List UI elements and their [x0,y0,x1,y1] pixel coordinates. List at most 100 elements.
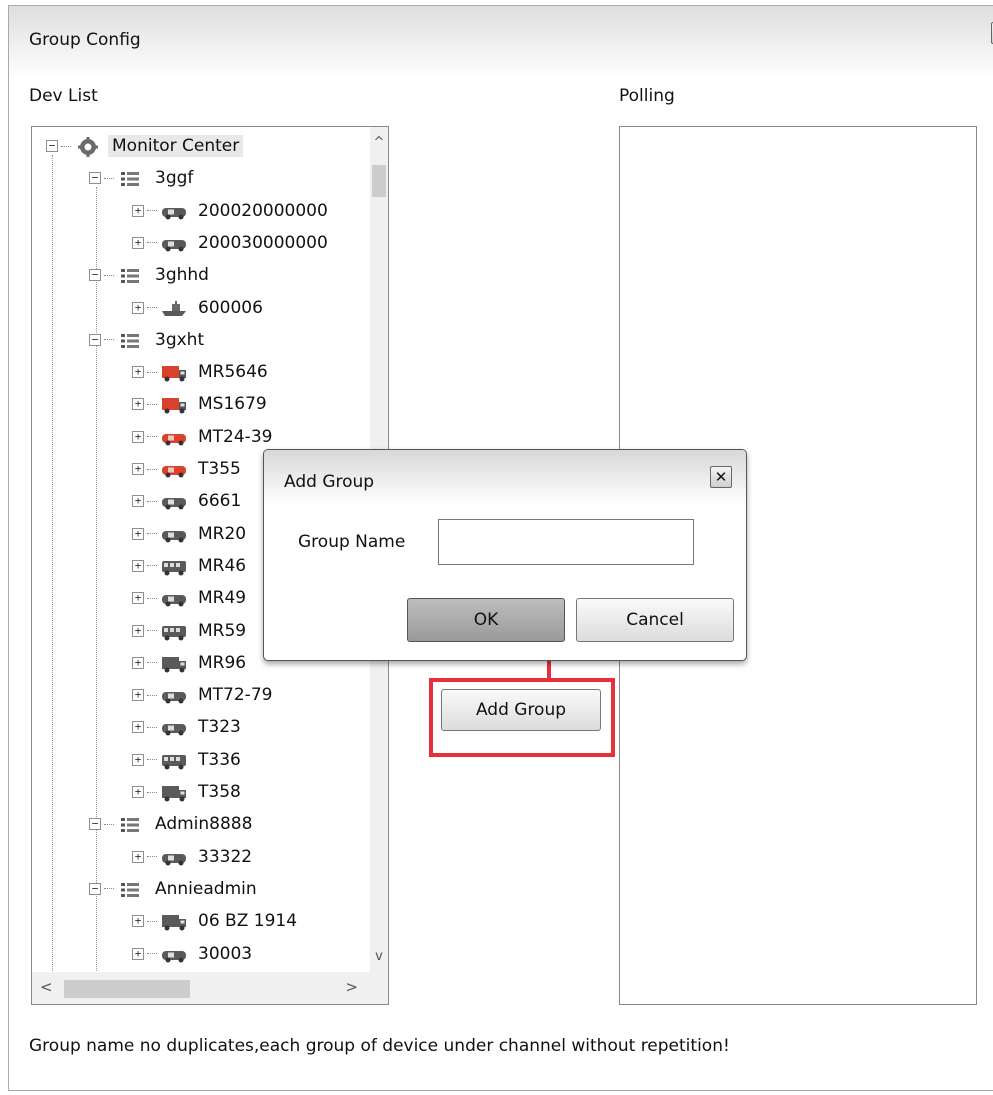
scroll-down-arrow-icon[interactable]: v [370,949,388,964]
tree-node[interactable]: − Admin8888 [89,809,256,839]
tree-node[interactable]: +200020000000 [132,196,332,226]
tree-node-label: MT24-39 [198,426,273,447]
footer-note: Group name no duplicates,each group of d… [29,1036,730,1056]
expand-icon[interactable]: + [132,495,144,508]
tree-connector [147,726,157,728]
tree-connector [147,436,157,438]
tree-node[interactable]: − Monitor Center [46,131,244,161]
tree-connector [147,371,157,373]
tree-node[interactable]: + MT72-79 [132,680,276,710]
expand-icon[interactable]: + [132,204,144,217]
tree-connector [147,759,157,761]
tree-node-label: 33322 [198,846,253,867]
expand-icon[interactable]: + [132,786,144,798]
collapse-icon[interactable]: − [89,269,101,282]
scroll-right-arrow-icon[interactable]: > [345,978,358,996]
tree-connector [147,597,157,599]
expand-icon[interactable]: + [132,624,144,637]
tree-connector [147,533,157,535]
collapse-icon[interactable]: − [89,333,101,346]
tree-connector [104,339,114,341]
expand-icon[interactable]: + [132,527,144,540]
tree-node-label: 600006 [198,297,263,318]
group-list-icon [117,266,145,284]
cancel-button[interactable]: Cancel [576,598,734,642]
tree-node-label: MR49 [198,588,247,609]
tree-node[interactable]: + MR5646 [132,357,272,387]
tree-node[interactable]: + MR49 [132,583,250,613]
expand-icon[interactable]: + [132,915,144,928]
tree-node[interactable]: +30003 [132,939,256,969]
tree-node[interactable]: +6661 [132,486,245,516]
tree-node[interactable]: + MR20 [132,519,250,549]
tree-node[interactable]: + T358 [132,777,245,807]
tree-connector [147,500,157,502]
expand-icon[interactable]: + [132,398,144,411]
tree-connector [147,630,157,631]
tree-node[interactable]: + T355 [132,454,245,484]
expand-icon[interactable]: + [132,689,144,702]
tree-node[interactable]: +33322 [132,842,256,872]
expand-icon[interactable]: + [132,947,144,960]
expand-icon[interactable]: + [132,236,144,249]
tree-connector [147,694,157,696]
tree-node-label: MR59 [198,620,247,641]
tree-node[interactable]: + MR46 [132,551,250,581]
car-icon [160,492,188,510]
tree-node-label: MS1679 [198,394,267,415]
expand-icon[interactable]: + [132,463,144,475]
expand-icon[interactable]: + [132,301,144,314]
tree-node[interactable]: + MR96 [132,648,250,678]
tree-node[interactable]: + T323 [132,712,245,742]
group-config-window: Group Config ✕ Dev List Polling − Monitor… [8,5,993,1091]
tree-connector [147,953,157,954]
scroll-up-arrow-icon[interactable]: ^ [370,135,388,150]
expand-icon[interactable]: + [132,850,144,863]
collapse-icon[interactable]: − [89,882,101,895]
tree-node-label: 06 BZ 1914 [198,911,298,932]
expand-icon[interactable]: + [132,721,144,734]
expand-icon[interactable]: + [132,656,144,669]
group-list-icon [117,169,145,187]
car-icon [160,945,188,963]
truck-icon [160,654,188,673]
ok-button[interactable]: OK [407,598,565,642]
tree-connector [147,565,157,567]
tree-node[interactable]: − 3ggf [89,163,197,193]
tree-node[interactable]: +06 BZ 1914 [132,906,301,936]
tree-node[interactable]: + MT24-39 [132,422,276,452]
car-icon [160,234,188,252]
tree-node-label: T355 [198,459,241,479]
window-titlebar: Group Config [9,6,993,78]
dialog-close-button[interactable]: ✕ [710,466,732,488]
horizontal-scroll-thumb[interactable] [64,980,190,998]
expand-icon[interactable]: + [132,753,144,766]
tree-node[interactable]: − Annieadmin [89,874,261,904]
group-name-input[interactable] [438,519,694,565]
tree-node[interactable]: − 3gxht [89,325,208,355]
collapse-icon[interactable]: − [46,140,58,152]
tree-node-label: 200030000000 [198,232,328,253]
tree-node[interactable]: +600006 [132,293,267,323]
tree-connector [147,307,157,308]
horizontal-scrollbar[interactable]: < > [32,972,372,1004]
tree-node[interactable]: − 3ghhd [89,260,213,290]
bus-icon [160,557,188,576]
vertical-scroll-thumb[interactable] [372,165,386,197]
expand-icon[interactable]: + [132,592,144,605]
tree-node[interactable]: + T336 [132,745,245,775]
expand-icon[interactable]: + [132,366,144,379]
tree-node[interactable]: + MS1679 [132,389,271,419]
car-icon [160,718,188,736]
collapse-icon[interactable]: − [89,172,101,185]
tree-node[interactable]: +200030000000 [132,228,332,258]
expand-icon[interactable]: + [132,430,144,443]
tree-node-label: 3ggf [155,168,194,189]
collapse-icon[interactable]: − [89,818,101,831]
tree-node-label: T336 [198,749,241,770]
scroll-left-arrow-icon[interactable]: < [40,978,53,996]
expand-icon[interactable]: + [132,559,144,572]
tree-connector [147,403,157,405]
tree-connector [61,145,71,147]
tree-node[interactable]: + MR59 [132,616,250,646]
